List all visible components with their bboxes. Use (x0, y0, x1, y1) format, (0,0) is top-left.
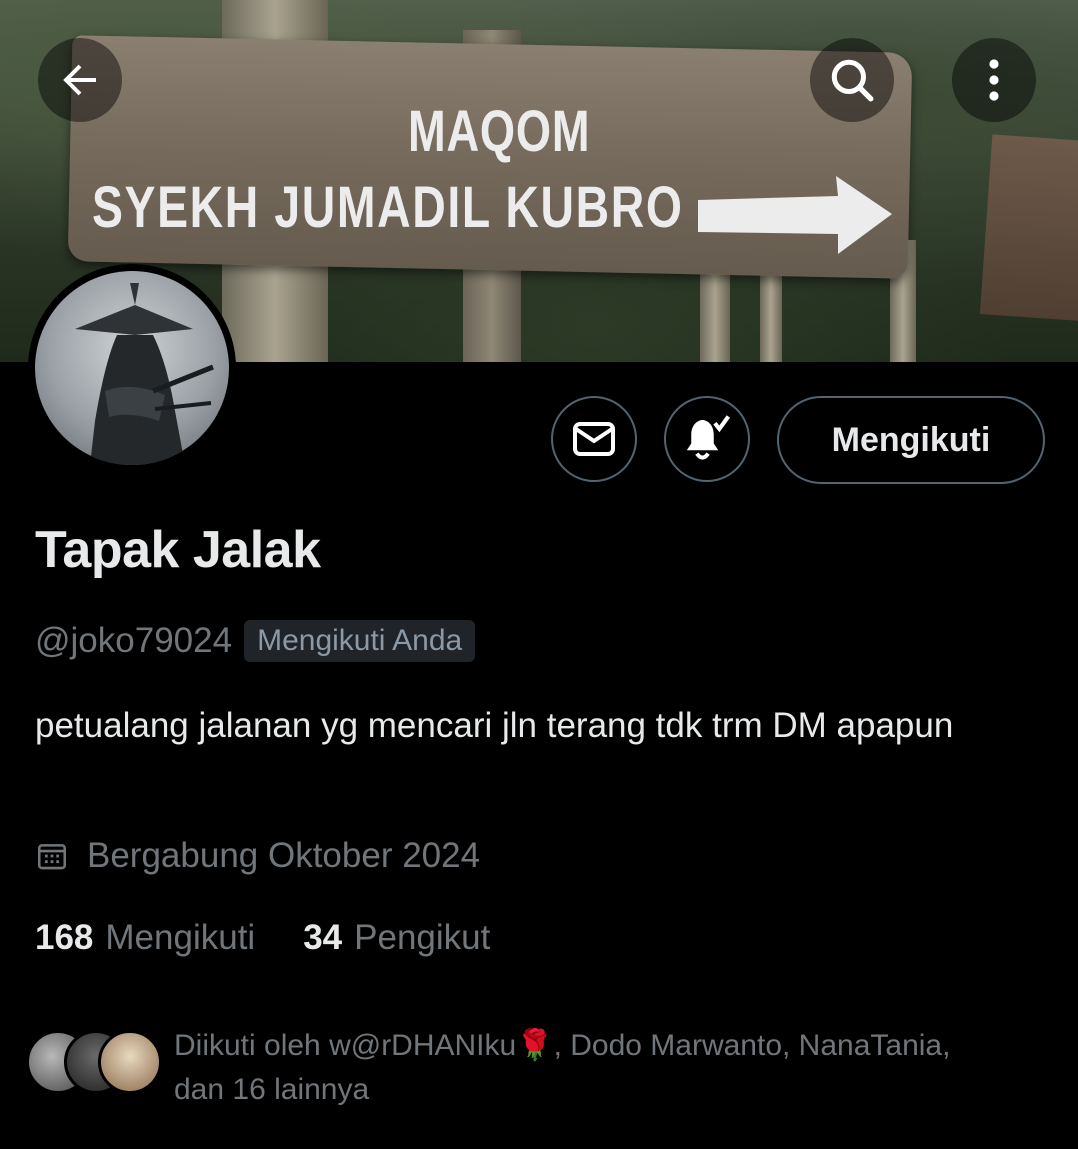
mutual-avatar (98, 1030, 162, 1094)
more-options-button[interactable] (952, 38, 1036, 122)
followed-by-more: dan 16 lainnya (174, 1073, 370, 1106)
bell-check-icon (686, 415, 731, 460)
search-button[interactable] (810, 38, 894, 122)
follows-you-badge: Mengikuti Anda (244, 620, 476, 662)
profile-name: Tapak Jalak (35, 521, 321, 579)
calendar-icon (37, 844, 67, 870)
rose-emoji: 🌹 (516, 1029, 554, 1062)
avatar[interactable] (28, 264, 236, 472)
joined-date: Bergabung Oktober 2024 (87, 836, 481, 875)
following-label: Mengikuti (105, 918, 256, 957)
mutual-avatars (26, 1024, 162, 1096)
envelope-icon (573, 422, 615, 456)
followers-stat[interactable]: 34 Pengikut (303, 918, 490, 958)
back-button[interactable] (38, 38, 122, 122)
followed-by-prefix: Diikuti oleh w@rDHANIku (174, 1029, 517, 1062)
message-button[interactable] (551, 396, 637, 482)
handle-row: @joko79024 Mengikuti Anda (35, 620, 476, 662)
followed-by-row[interactable]: Diikuti oleh w@rDHANIku🌹, Dodo Marwanto,… (26, 1024, 1066, 1112)
search-icon (831, 59, 874, 102)
profile-bio: petualang jalanan yg mencari jln terang … (35, 706, 954, 745)
following-stat[interactable]: 168 Mengikuti (35, 918, 255, 958)
followed-by-rest: , Dodo Marwanto, NanaTania, (553, 1029, 951, 1062)
notifications-button[interactable] (664, 396, 750, 482)
followed-by-text: Diikuti oleh w@rDHANIku🌹, Dodo Marwanto,… (174, 1024, 950, 1112)
followers-label: Pengikut (354, 918, 491, 957)
sign-text-line1: MAQOM (408, 99, 591, 164)
profile-handle: @joko79024 (35, 621, 233, 660)
banner-tree-trunk (700, 260, 730, 362)
avatar-image (35, 271, 229, 465)
sign-text-line2: SYEKH JUMADIL KUBRO (92, 175, 684, 240)
joined-date-row: Bergabung Oktober 2024 (35, 836, 480, 876)
followers-count: 34 (303, 918, 343, 957)
side-sign (979, 134, 1078, 322)
following-count: 168 (35, 918, 94, 957)
more-vertical-icon (989, 59, 999, 101)
arrow-left-icon (63, 64, 96, 96)
sign-arrow-icon (698, 176, 892, 254)
follow-stats: 168 Mengikuti 34 Pengikut (35, 918, 490, 958)
following-button[interactable]: Mengikuti (777, 396, 1045, 484)
banner-tree-trunk (760, 270, 782, 362)
